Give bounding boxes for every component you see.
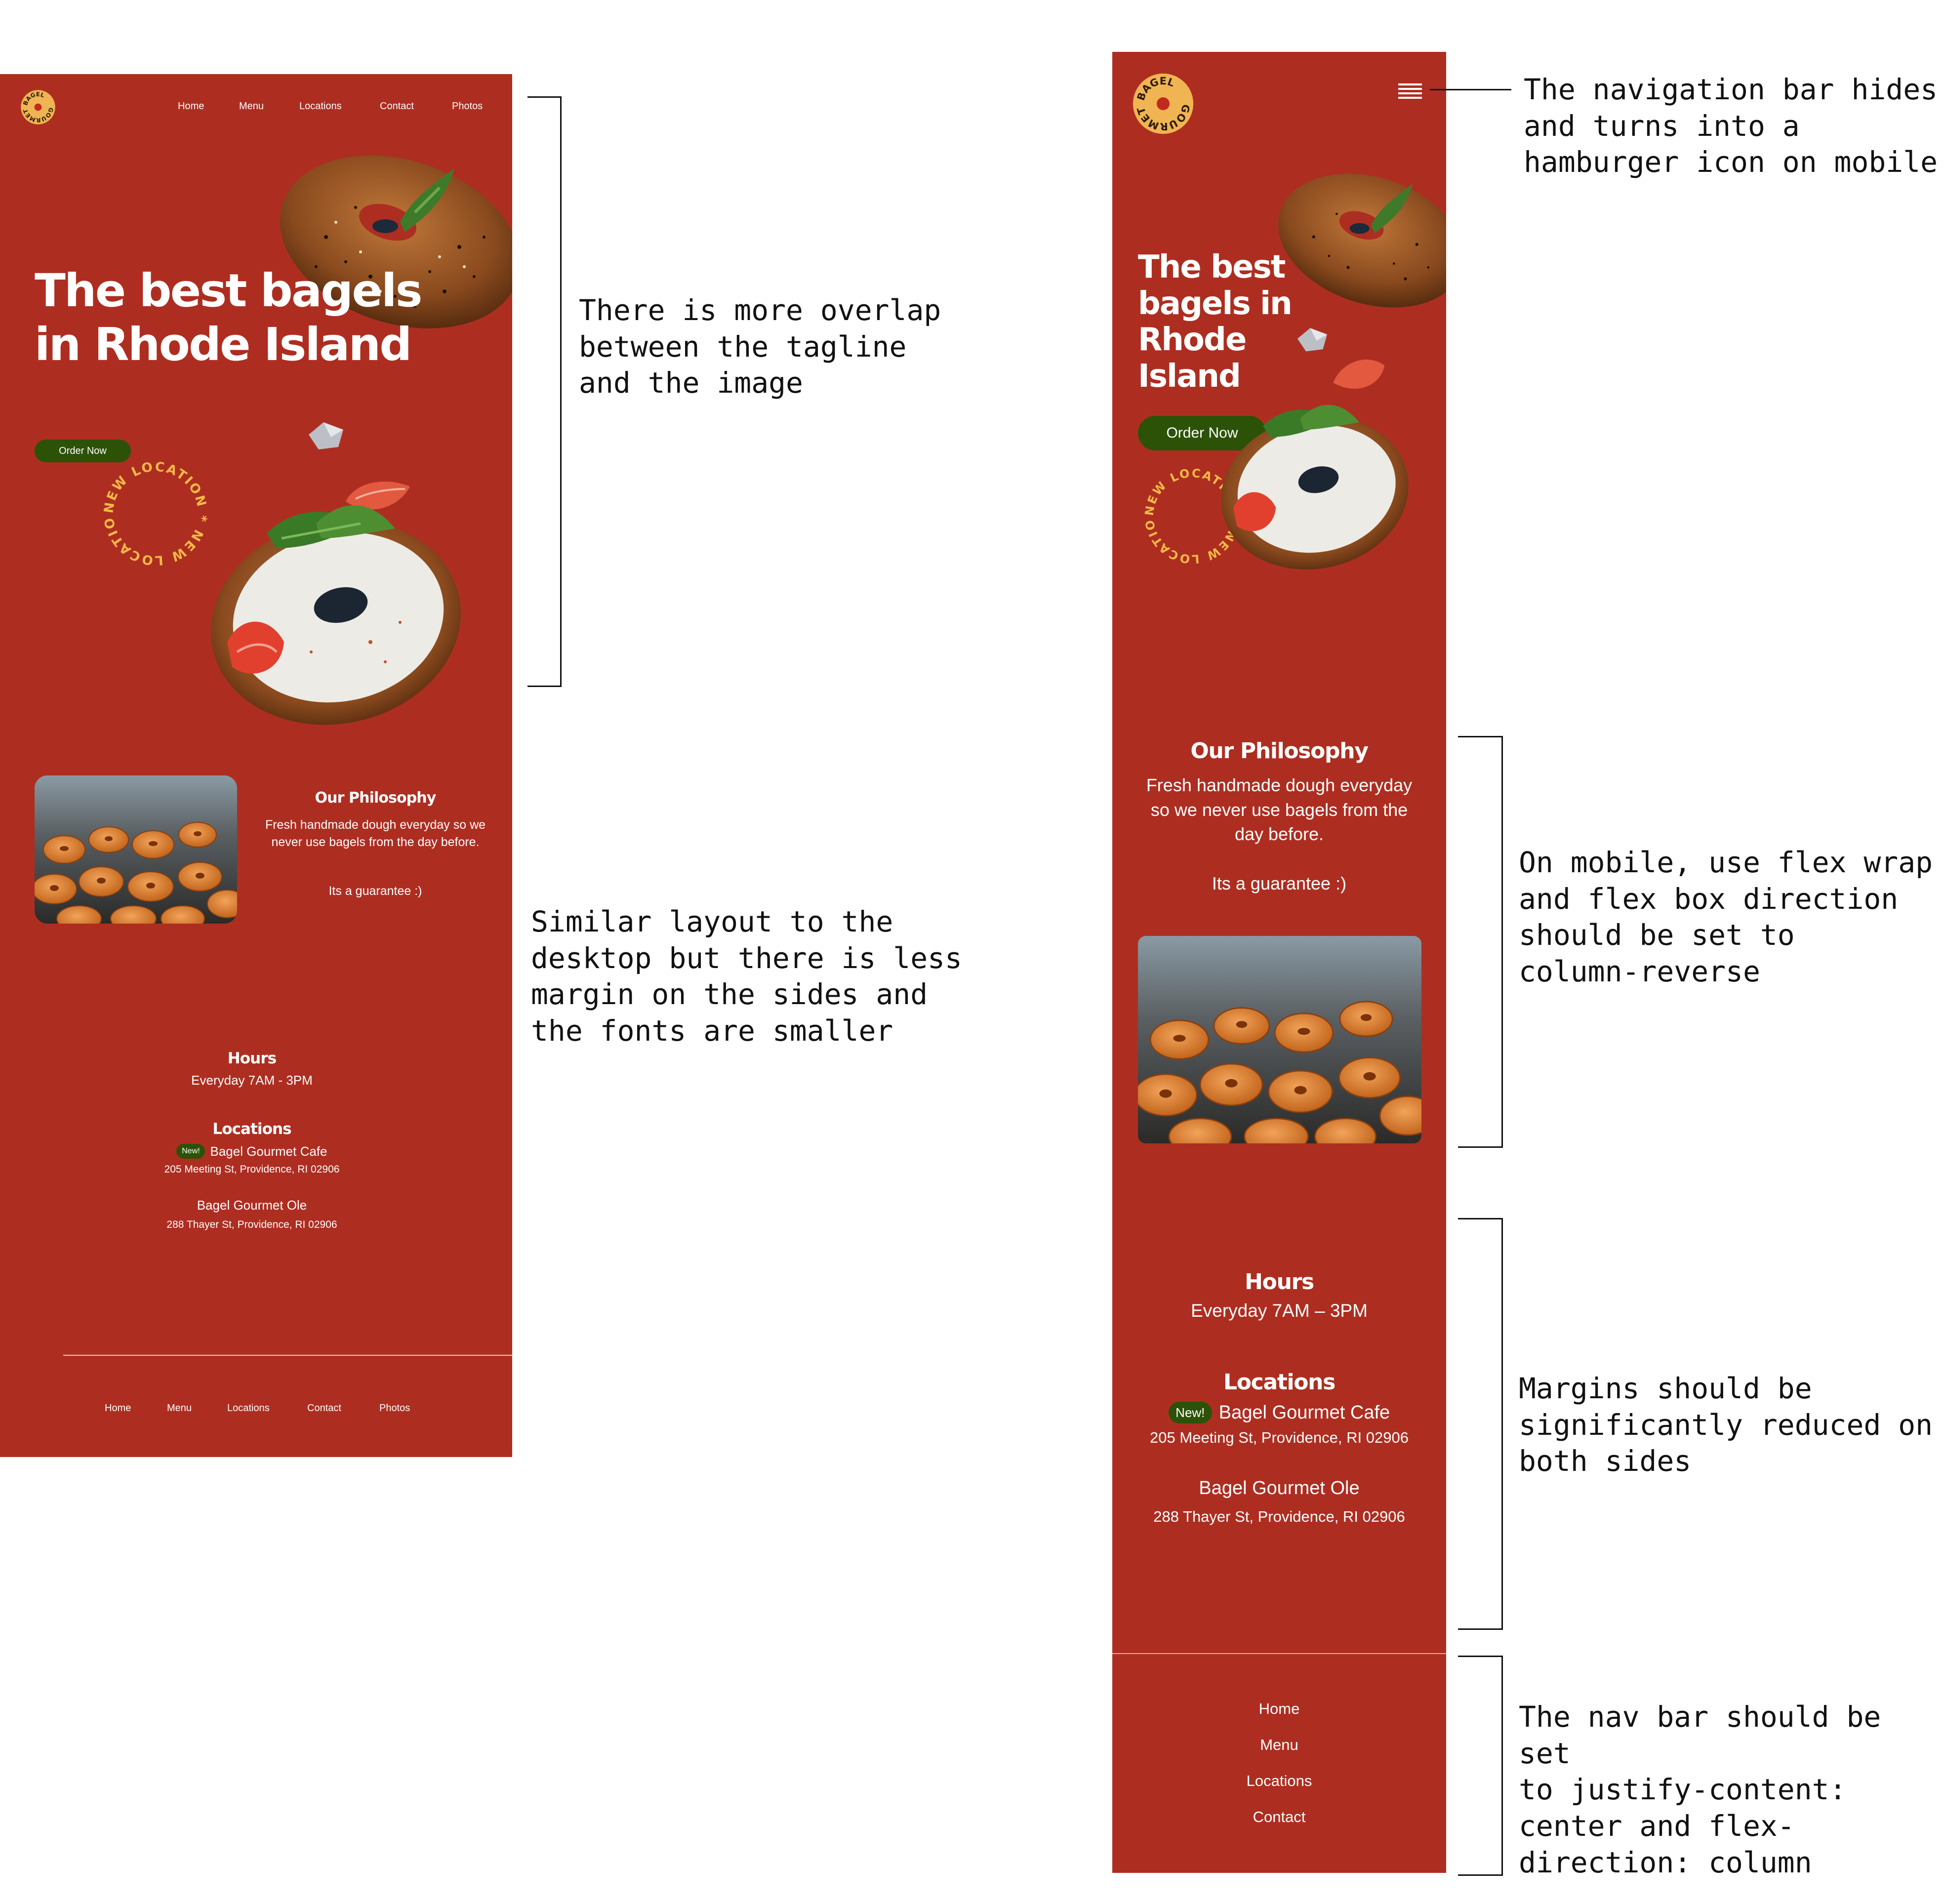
footer-nav-menu[interactable]: Menu [1112,1736,1446,1754]
hours-value: Everyday 7AM – 3PM [1191,1300,1368,1321]
location-address: 288 Thayer St, Providence, RI 02906 [1153,1508,1405,1525]
locations-title: Locations [1223,1370,1336,1395]
footer-nav-locations[interactable]: Locations [227,1403,270,1414]
philosophy-guarantee: Its a guarantee :) [328,884,422,898]
location-address: 205 Meeting St, Providence, RI 02906 [164,1164,340,1175]
new-badge: New! [1168,1402,1212,1423]
location-row: New! Bagel Gourmet Cafe [1132,1399,1426,1426]
salmon-piece-image [1333,359,1385,389]
location-name: Bagel Gourmet Cafe [210,1143,327,1159]
hours-title: Hours [1245,1269,1314,1295]
nav-menu[interactable]: Menu [239,101,264,112]
philosophy-body: Fresh handmade dough everyday so we neve… [1146,775,1413,845]
footer-nav-menu[interactable]: Menu [167,1403,192,1414]
annotation-margins: Margins should be significantly reduced … [1519,1372,1933,1478]
annotation-overlap: There is more overlap between the taglin… [579,293,941,400]
flex-wrap-bracket [1458,736,1503,1148]
location-name: Bagel Gourmet Ole [1199,1478,1360,1499]
desktop-mockup: BAGEL GOURMET Home Menu Locations Contac… [0,74,512,1457]
cream-cheese-bagel-image [1221,405,1409,570]
cream-cheese-bagel-image [210,505,461,725]
new-badge: New! [176,1144,205,1159]
locations-title: Locations [212,1120,291,1138]
philosophy-title: Our Philosophy [315,789,437,807]
footer-nav-contact[interactable]: Contact [1112,1808,1446,1826]
annotation-footer-nav: The nav bar should be set to justify-con… [1519,1700,1881,1879]
hero-title: The best bagels in Rhode Island [35,264,423,371]
footer-nav-locations[interactable]: Locations [1112,1772,1446,1790]
location-name: Bagel Gourmet Cafe [1218,1402,1390,1423]
footer-divider [63,1355,512,1356]
salt-crystal-image [309,422,343,449]
footer-divider [1112,1653,1446,1654]
philosophy-guarantee: Its a guarantee :) [1212,873,1347,893]
hamburger-icon[interactable] [1397,81,1423,101]
svg-text:NEW LOCATION * NEW LOCATION *: NEW LOCATION * NEW LOCATION * [96,454,209,567]
location-row: New! Bagel Gourmet Cafe [128,1142,375,1161]
new-location-badge: NEW LOCATION * NEW LOCATION * [96,454,209,567]
location-address: 205 Meeting St, Providence, RI 02906 [1150,1429,1409,1446]
footer-nav-home[interactable]: Home [105,1403,131,1414]
hours-value: Everyday 7AM - 3PM [191,1073,313,1088]
navbar-pointer-line [1430,89,1511,90]
annotation-flex-wrap: On mobile, use flex wrap and flex box di… [1519,846,1933,988]
footer-nav-bracket [1458,1656,1503,1876]
philosophy-body: Fresh handmade dough everyday so we neve… [265,818,486,849]
footer-nav-home[interactable]: Home [1112,1700,1446,1718]
hero-title: The best bagels in Rhode Island [1138,249,1293,395]
mobile-mockup: BAGEL GOURMET The best bagels in Rhode I… [1112,52,1446,1873]
annotation-layout: Similar layout to the desktop but there … [531,905,962,1048]
margins-bracket [1458,1218,1503,1630]
bagel-tray-photo [35,775,237,924]
footer-nav-photos[interactable]: Photos [379,1403,410,1414]
nav-contact[interactable]: Contact [380,101,414,112]
bagel-tray-photo [1138,936,1421,1143]
location-name: Bagel Gourmet Ole [197,1198,307,1213]
footer-nav-contact[interactable]: Contact [307,1403,341,1414]
overlap-bracket [527,96,562,687]
hours-title: Hours [227,1050,277,1067]
annotation-navbar: The navigation bar hides and turns into … [1524,73,1938,179]
philosophy-title: Our Philosophy [1190,738,1368,764]
location-address: 288 Thayer St, Providence, RI 02906 [166,1219,337,1230]
nav-home[interactable]: Home [178,101,204,112]
bagel-gourmet-logo[interactable]: BAGEL GOURMET [1131,72,1195,136]
nav-locations[interactable]: Locations [299,101,342,112]
nav-photos[interactable]: Photos [452,101,483,112]
bagel-gourmet-logo[interactable]: BAGEL GOURMET [20,89,56,125]
